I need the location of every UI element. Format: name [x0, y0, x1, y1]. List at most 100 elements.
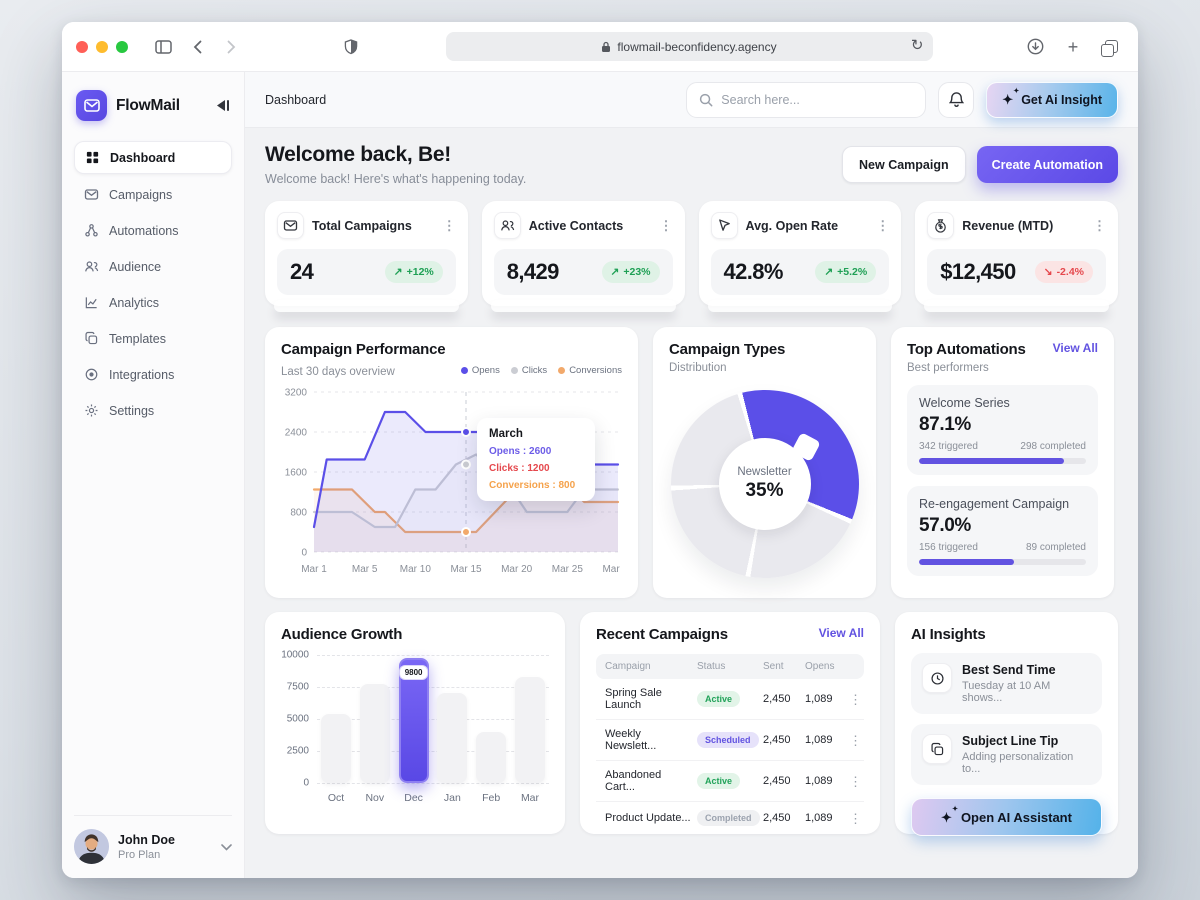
download-icon[interactable]: [1022, 34, 1048, 60]
tooltip-title: March: [489, 428, 583, 440]
minimize-window-button[interactable]: [96, 41, 108, 53]
automation-name: Re-engagement Campaign: [919, 497, 1086, 511]
more-options-icon[interactable]: ⋮: [849, 775, 862, 788]
user-profile[interactable]: John Doe Pro Plan: [74, 815, 232, 864]
bar-dec: 9800: [399, 658, 429, 783]
view-all-link[interactable]: View All: [1053, 341, 1098, 355]
legend-dot: [511, 367, 518, 374]
sidebar-item-dashboard[interactable]: Dashboard: [74, 141, 232, 174]
campaign-name: Weekly Newslett...: [605, 728, 693, 752]
insight-title: Best Send Time: [962, 663, 1091, 677]
nodes-icon: [84, 223, 99, 238]
tabs-overview-icon[interactable]: [1098, 34, 1124, 60]
cursor-icon: [711, 212, 738, 239]
more-options-icon[interactable]: ⋮: [443, 219, 456, 232]
more-options-icon[interactable]: ⋮: [876, 219, 889, 232]
browser-window: flowmail-beconfidency.agency ↻ + FlowMai…: [62, 22, 1138, 878]
insight-item[interactable]: Subject Line Tip Adding personalization …: [911, 724, 1102, 785]
sidebar-toggle-icon[interactable]: [150, 34, 176, 60]
sidebar-collapse-icon[interactable]: [216, 99, 230, 112]
sparkles-icon: ✦✦: [1002, 93, 1013, 106]
view-all-link[interactable]: View All: [819, 626, 864, 640]
more-options-icon[interactable]: ⋮: [849, 734, 862, 747]
stats-row: Total Campaigns ⋮ 24 ↗ +12% Active Conta…: [265, 201, 1118, 306]
sidebar-item-automations[interactable]: Automations: [74, 215, 232, 246]
stat-value: 42.8%: [724, 259, 783, 285]
card-subtitle: Last 30 days overview: [281, 366, 395, 378]
opens-count: 1,089: [805, 812, 845, 824]
sidebar-item-analytics[interactable]: Analytics: [74, 287, 232, 318]
copy-icon: [922, 734, 952, 764]
more-options-icon[interactable]: ⋮: [849, 693, 862, 706]
chart-icon: [84, 295, 99, 310]
sent-count: 2,450: [763, 812, 801, 824]
maximize-window-button[interactable]: [116, 41, 128, 53]
sidebar-item-label: Analytics: [109, 296, 159, 310]
trend-badge: ↗ +23%: [602, 261, 660, 283]
stat-label: Avg. Open Rate: [746, 219, 839, 233]
new-tab-icon[interactable]: +: [1060, 34, 1086, 60]
recent-campaigns-card: Recent Campaigns View All CampaignStatus…: [580, 612, 880, 834]
url-text: flowmail-beconfidency.agency: [617, 40, 776, 54]
sidebar-item-audience[interactable]: Audience: [74, 251, 232, 282]
completed-count: 89 completed: [1026, 542, 1086, 553]
automation-item: Welcome Series 87.1% 342 triggered 298 c…: [907, 385, 1098, 475]
shield-icon[interactable]: [338, 34, 364, 60]
users-icon: [84, 259, 99, 274]
breadcrumb: Dashboard: [265, 93, 326, 107]
search-box[interactable]: [686, 82, 926, 118]
svg-text:Mar 5: Mar 5: [352, 564, 378, 575]
sidebar-item-settings[interactable]: Settings: [74, 395, 232, 426]
more-options-icon[interactable]: ⋮: [1093, 219, 1106, 232]
sidebar-item-integrations[interactable]: Integrations: [74, 359, 232, 390]
bar-chart: 100007500500025000 9800 OctNovDecJanFebM…: [281, 655, 549, 804]
opens-count: 1,089: [805, 693, 845, 705]
sidebar-item-label: Audience: [109, 260, 161, 274]
browser-chrome: flowmail-beconfidency.agency ↻ +: [62, 22, 1138, 72]
svg-text:Mar 31: Mar 31: [602, 564, 622, 575]
stat-card-1: Active Contacts ⋮ 8,429 ↗ +23%: [482, 201, 685, 306]
trend-up-icon: ↗: [824, 266, 833, 278]
insight-item[interactable]: Best Send Time Tuesday at 10 AM shows...: [911, 653, 1102, 714]
back-icon[interactable]: [184, 34, 210, 60]
close-window-button[interactable]: [76, 41, 88, 53]
open-ai-assistant-button[interactable]: ✦✦ Open AI Assistant: [911, 798, 1102, 836]
chevron-down-icon[interactable]: [221, 838, 232, 856]
campaign-performance-card: Campaign Performance Last 30 days overvi…: [265, 327, 638, 598]
svg-text:Mar 10: Mar 10: [400, 564, 432, 575]
triggered-count: 156 triggered: [919, 542, 978, 553]
stat-card-0: Total Campaigns ⋮ 24 ↗ +12%: [265, 201, 468, 306]
card-title: AI Insights: [911, 626, 1102, 643]
search-input[interactable]: [721, 93, 913, 107]
forward-icon[interactable]: [218, 34, 244, 60]
stat-label: Revenue (MTD): [962, 219, 1053, 233]
sidebar-item-campaigns[interactable]: Campaigns: [74, 179, 232, 210]
copy-icon: [84, 331, 99, 346]
progress-bar: [919, 559, 1086, 565]
get-ai-insight-button[interactable]: ✦✦ Get Ai Insight: [986, 82, 1118, 118]
svg-text:Mar 25: Mar 25: [552, 564, 584, 575]
automation-name: Welcome Series: [919, 396, 1086, 410]
sent-count: 2,450: [763, 775, 801, 787]
clock-icon: [922, 663, 952, 693]
table-row: Abandoned Cart... Active 2,450 1,089 ⋮: [596, 761, 864, 802]
campaign-types-card: Campaign Types Distribution Newsletter 3…: [653, 327, 876, 598]
more-options-icon[interactable]: ⋮: [660, 219, 673, 232]
automations-list: Welcome Series 87.1% 342 triggered 298 c…: [907, 385, 1098, 576]
more-options-icon[interactable]: ⋮: [849, 812, 862, 825]
stat-card-2: Avg. Open Rate ⋮ 42.8% ↗ +5.2%: [699, 201, 902, 306]
gear-icon: [84, 403, 99, 418]
url-bar[interactable]: flowmail-beconfidency.agency ↻: [446, 32, 933, 61]
tooltip-row: Clicks : 1200: [489, 463, 583, 474]
new-campaign-button[interactable]: New Campaign: [842, 146, 966, 183]
svg-text:Mar 15: Mar 15: [450, 564, 482, 575]
create-automation-button[interactable]: Create Automation: [977, 146, 1118, 183]
insight-desc: Tuesday at 10 AM shows...: [962, 680, 1091, 704]
search-icon: [699, 93, 713, 107]
triggered-count: 342 triggered: [919, 441, 978, 452]
reload-icon[interactable]: ↻: [911, 36, 924, 54]
opens-count: 1,089: [805, 734, 845, 746]
notifications-button[interactable]: [938, 82, 974, 118]
bar-value-chip: 9800: [399, 665, 429, 680]
sidebar-item-templates[interactable]: Templates: [74, 323, 232, 354]
